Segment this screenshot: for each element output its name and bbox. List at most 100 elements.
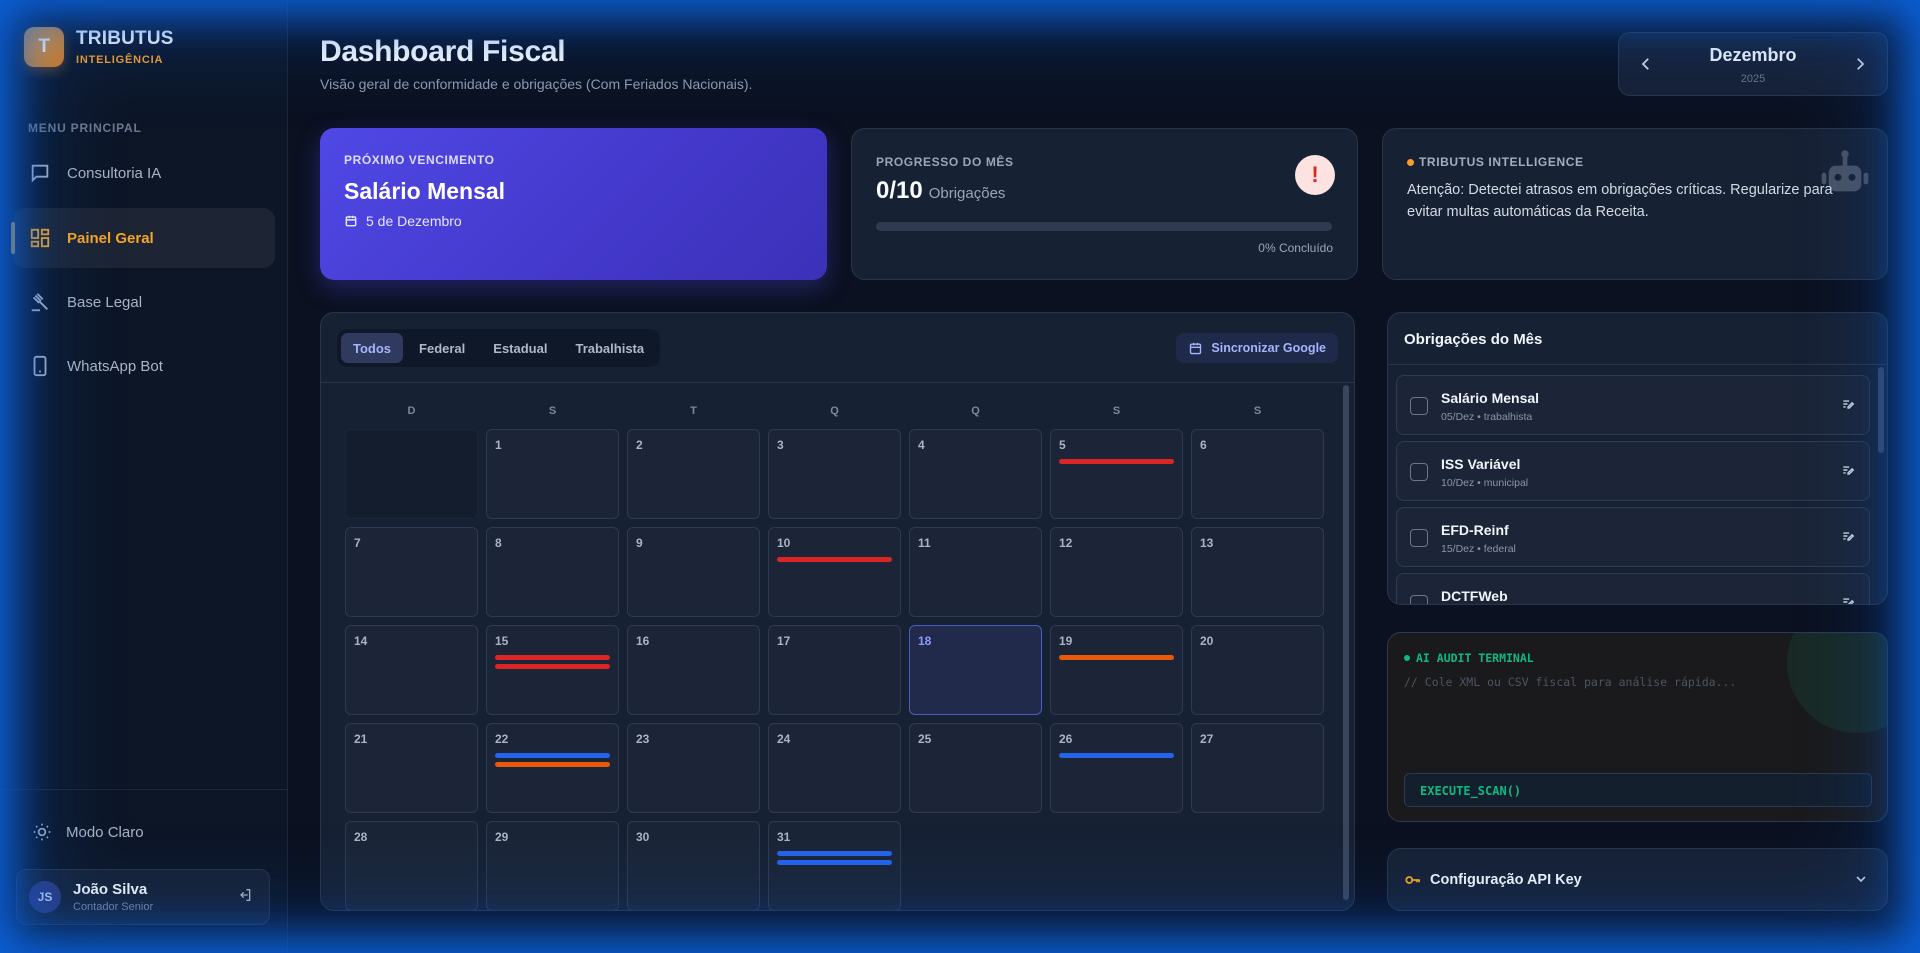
list-item[interactable]: ISS Variável 10/Dez • municipal [1396,441,1870,501]
filter-tab-trabalhista[interactable]: Trabalhista [563,333,656,363]
next-due-label: PRÓXIMO VENCIMENTO [344,153,495,167]
edit-icon[interactable] [1841,529,1855,543]
list-item[interactable]: Salário Mensal 05/Dez • trabalhista [1396,375,1870,435]
calendar-day-number: 15 [495,634,509,648]
page-title: Dashboard Fiscal [320,35,566,68]
event-bar[interactable] [1059,459,1174,464]
ai-insight-message: Atenção: Detectei atrasos em obrigações … [1407,182,1833,220]
chevron-down-icon[interactable] [1853,871,1869,887]
ai-insight-label-text: TRIBUTUS INTELLIGENCE [1419,155,1584,169]
weekday-label: S [548,405,557,417]
event-bar[interactable] [1059,753,1174,758]
event-bar[interactable] [495,753,610,758]
event-bar[interactable] [777,557,892,562]
sidebar-item-base-legal[interactable]: Base Legal [13,272,275,332]
calendar-day[interactable]: 9 [627,527,760,617]
sidebar-item-whatsapp-bot[interactable]: WhatsApp Bot [13,336,275,396]
theme-toggle[interactable]: Modo Claro [32,822,144,842]
calendar-day[interactable]: 26 [1050,723,1183,813]
calendar-day-number: 5 [1059,438,1066,452]
next-due-card[interactable]: PRÓXIMO VENCIMENTO Salário Mensal 5 de D… [320,128,827,280]
calendar: Todos Federal Estadual Trabalhista Sincr… [320,312,1355,911]
calendar-day[interactable]: 22 [486,723,619,813]
calendar-day[interactable]: 2 [627,429,760,519]
sync-google-button[interactable]: Sincronizar Google [1176,333,1338,363]
user-card[interactable]: JS João Silva Contador Senior [16,869,270,925]
calendar-day[interactable]: 7 [345,527,478,617]
obligation-meta: 05/Dez • trabalhista [1441,411,1533,423]
calendar-day[interactable]: 28 [345,821,478,910]
calendar-day[interactable]: 1 [486,429,619,519]
list-item[interactable]: DCTFWeb [1396,573,1870,604]
filter-tab-estadual[interactable]: Estadual [481,333,559,363]
calendar-day[interactable]: 31 [768,821,901,910]
event-bar[interactable] [777,851,892,856]
terminal-title: AI AUDIT TERMINAL [1404,651,1534,665]
weekday-header: D S T Q Q S S [345,405,1324,417]
calendar-day[interactable]: 23 [627,723,760,813]
logout-icon[interactable] [237,887,253,903]
event-bar[interactable] [495,762,610,767]
calendar-day[interactable]: 11 [909,527,1042,617]
calendar-day[interactable]: 4 [909,429,1042,519]
calendar-day-number: 29 [495,830,509,844]
checkbox[interactable] [1410,595,1428,604]
scrollbar[interactable] [1343,385,1349,900]
calendar-day[interactable]: 15 [486,625,619,715]
calendar-day-number: 18 [918,634,932,648]
calendar-day[interactable]: 17 [768,625,901,715]
calendar-day[interactable]: 25 [909,723,1042,813]
event-bar[interactable] [777,860,892,865]
sidebar-item-consultoria-ia[interactable]: Consultoria IA [13,143,275,203]
calendar-day[interactable]: 29 [486,821,619,910]
calendar-day[interactable]: 13 [1191,527,1324,617]
calendar-icon [1188,341,1203,356]
calendar-day[interactable]: 8 [486,527,619,617]
calendar-day[interactable]: 10 [768,527,901,617]
checkbox[interactable] [1410,397,1428,415]
scrollbar[interactable] [1878,367,1884,453]
sun-icon [32,822,52,842]
sidebar-item-painel-geral[interactable]: Painel Geral [11,208,275,268]
chevron-right-icon[interactable] [1851,55,1869,73]
list-item[interactable]: EFD-Reinf 15/Dez • federal [1396,507,1870,567]
filter-tab-federal[interactable]: Federal [407,333,477,363]
edit-icon[interactable] [1841,463,1855,477]
execute-scan-button[interactable]: EXECUTE_SCAN() [1404,773,1872,807]
next-due-title: Salário Mensal [344,178,506,204]
calendar-day[interactable]: 24 [768,723,901,813]
filter-tab-todos[interactable]: Todos [341,333,404,363]
menu-title: MENU PRINCIPAL [28,121,142,135]
calendar-day[interactable]: 27 [1191,723,1324,813]
calendar-day[interactable]: 19 [1050,625,1183,715]
brand-logo: T [24,27,64,67]
progress-label: PROGRESSO DO MÊS [876,155,1014,169]
calendar-day[interactable]: 18 [909,625,1042,715]
calendar-day-number: 2 [636,438,643,452]
calendar-day-number: 11 [918,536,931,550]
checkbox[interactable] [1410,463,1428,481]
edit-icon[interactable] [1841,595,1855,604]
calendar-day[interactable]: 6 [1191,429,1324,519]
api-key-config[interactable]: Configuração API Key [1387,848,1888,911]
checkbox[interactable] [1410,529,1428,547]
event-bar[interactable] [495,664,610,669]
event-bar[interactable] [1059,655,1174,660]
terminal-input[interactable]: // Cole XML ou CSV fiscal para análise r… [1404,675,1736,689]
sidebar: T TRIBUTUS INTELIGÊNCIA MENU PRINCIPAL C… [0,0,288,953]
calendar-day[interactable]: 21 [345,723,478,813]
calendar-day[interactable]: 5 [1050,429,1183,519]
month-name: Dezembro [1709,45,1797,65]
calendar-day-number: 6 [1200,438,1207,452]
event-bar[interactable] [495,655,610,660]
calendar-day[interactable]: 3 [768,429,901,519]
edit-icon[interactable] [1841,397,1855,411]
obligations-title: Obrigações do Mês [1388,313,1887,365]
brand[interactable]: T TRIBUTUS INTELIGÊNCIA [24,27,174,67]
calendar-day[interactable]: 20 [1191,625,1324,715]
calendar-day[interactable]: 14 [345,625,478,715]
calendar-day[interactable]: 12 [1050,527,1183,617]
calendar-day[interactable]: 16 [627,625,760,715]
calendar-day[interactable]: 30 [627,821,760,910]
status-dot [1404,655,1410,661]
